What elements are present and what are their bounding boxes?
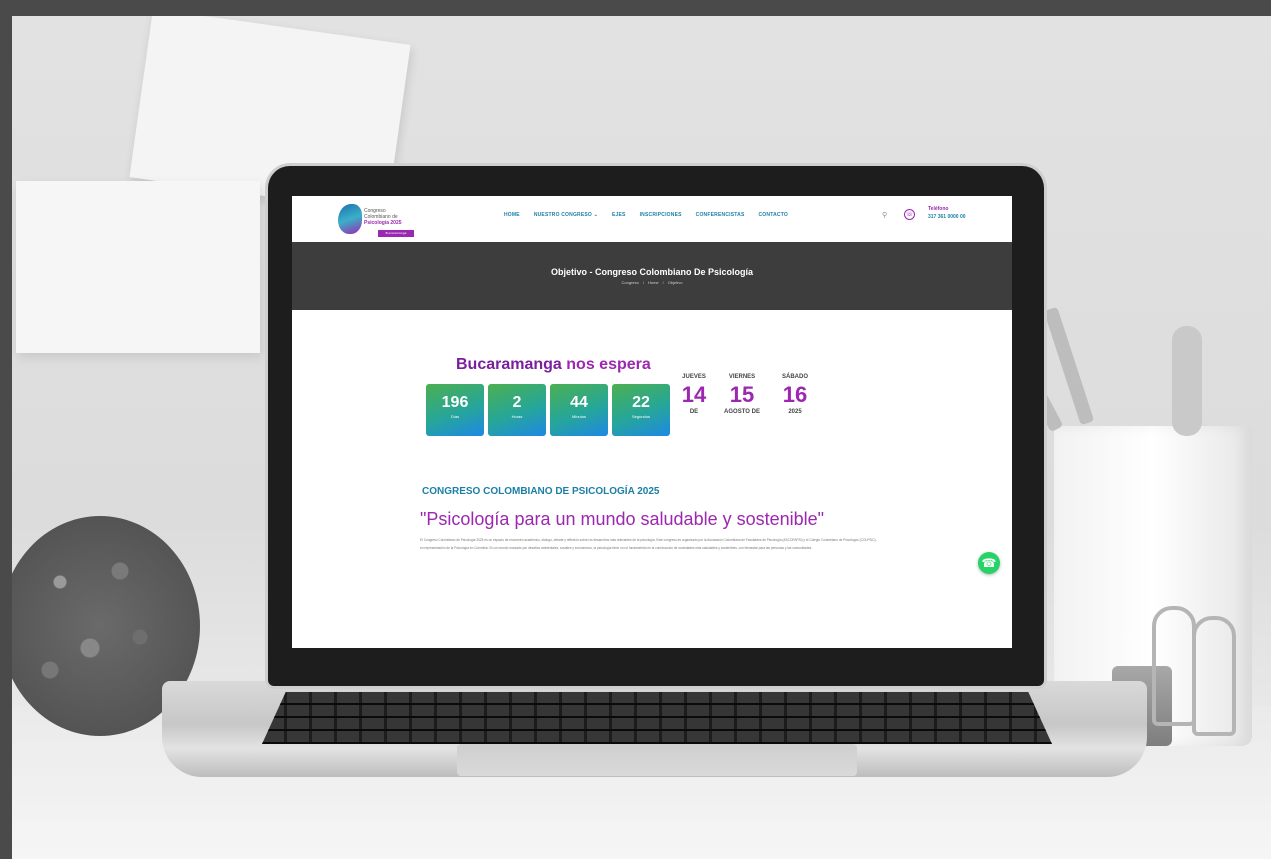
breadcrumb-current: Objetivo [667,280,683,285]
countdown-value: 2 [512,394,522,411]
binder-clip [1152,606,1196,726]
header-phone[interactable]: Teléfono 317 361 0000 00 [928,206,966,220]
laptop-trackpad [457,744,857,776]
countdown-value: 44 [570,394,588,411]
nav-conferencistas[interactable]: CONFERENCISTAS [696,212,745,218]
day-number: 16 [782,382,808,407]
day-sub: 2025 [788,409,802,415]
countdown-label: Minutos [571,414,586,419]
site-logo[interactable]: Congreso Colombiano de Psicología 2025 B… [338,202,414,238]
keyboard-rows [262,692,1052,744]
phone-label: Teléfono [928,206,949,212]
countdown-rest: nos espera [561,356,651,373]
pencil [1172,326,1202,436]
page-footer-blank [292,586,1012,648]
laptop-screen: Congreso Colombiano de Psicología 2025 B… [292,196,1012,648]
nav-ejes[interactable]: EJES [612,212,626,218]
phone-number: 317 361 0000 00 [928,214,966,220]
day-name: VIERNES [728,374,756,380]
page-title-band: Objetivo - Congreso Colombiano De Psicol… [292,242,1012,310]
main-nav: HOME NUESTRO CONGRESO ⌄ EJES INSCRIPCION… [504,212,788,218]
site-header: Congreso Colombiano de Psicología 2025 B… [292,196,1012,242]
nav-inscripciones[interactable]: INSCRIPCIONES [640,212,682,218]
section-tagline: "Psicología para un mundo saludable y so… [420,509,825,529]
logo-line-3: Psicología 2025 [364,220,402,226]
countdown-minutes: 44 Minutos [550,384,608,436]
breadcrumb-separator: / [642,280,644,285]
whatsapp-icon[interactable]: ☎ [978,552,1000,574]
day-name: SÁBADO [781,374,808,380]
countdown-label: Días [450,414,460,419]
nav-contacto[interactable]: CONTACTO [758,212,787,218]
breadcrumb-item[interactable]: Congreso [622,280,639,285]
section-body: El Congreso Colombiano de Psicología 202… [420,538,877,550]
countdown-city: Bucaramanga [456,356,562,373]
page-title: Objetivo - Congreso Colombiano De Psicol… [550,267,754,277]
countdown-value: 22 [632,394,650,411]
logo-text: Congreso Colombiano de Psicología 2025 [364,208,416,226]
breadcrumb: Congreso / Home / Objetivo [292,280,1012,285]
binder-clip [1192,616,1236,736]
section-heading: CONGRESO COLOMBIANO DE PSICOLOGÍA 2025 [422,486,660,497]
phone-icon: ☏ [904,209,915,220]
countdown-seconds: 22 Segundos [612,384,670,436]
countdown-days: 196 Días [426,384,484,436]
nav-nuestro-congreso[interactable]: NUESTRO CONGRESO ⌄ [534,212,598,218]
day-name: JUEVES [682,374,706,380]
event-day-1: JUEVES 14 DE [674,374,714,415]
event-day-2: VIERNES 15 AGOSTO DE [716,374,768,415]
countdown-value: 196 [441,394,469,411]
day-sub: DE [689,409,699,415]
countdown-label: Segundos [631,414,650,419]
sticky-note [16,181,260,353]
day-number: 15 [729,382,755,407]
logo-badge: Bucaramanga [378,230,414,237]
countdown-label: Horas [511,414,523,419]
day-number: 14 [681,382,707,407]
countdown-hours: 2 Horas [488,384,546,436]
nav-home[interactable]: HOME [504,212,520,218]
breadcrumb-item[interactable]: Home [648,280,659,285]
search-icon[interactable]: ⚲ [882,211,887,219]
countdown-title: Bucaramanga nos espera [456,356,651,374]
day-sub: AGOSTO DE [724,409,760,415]
butterfly-logo-icon [338,204,362,234]
breadcrumb-separator: / [662,280,664,285]
event-day-3: SÁBADO 16 2025 [772,374,818,415]
